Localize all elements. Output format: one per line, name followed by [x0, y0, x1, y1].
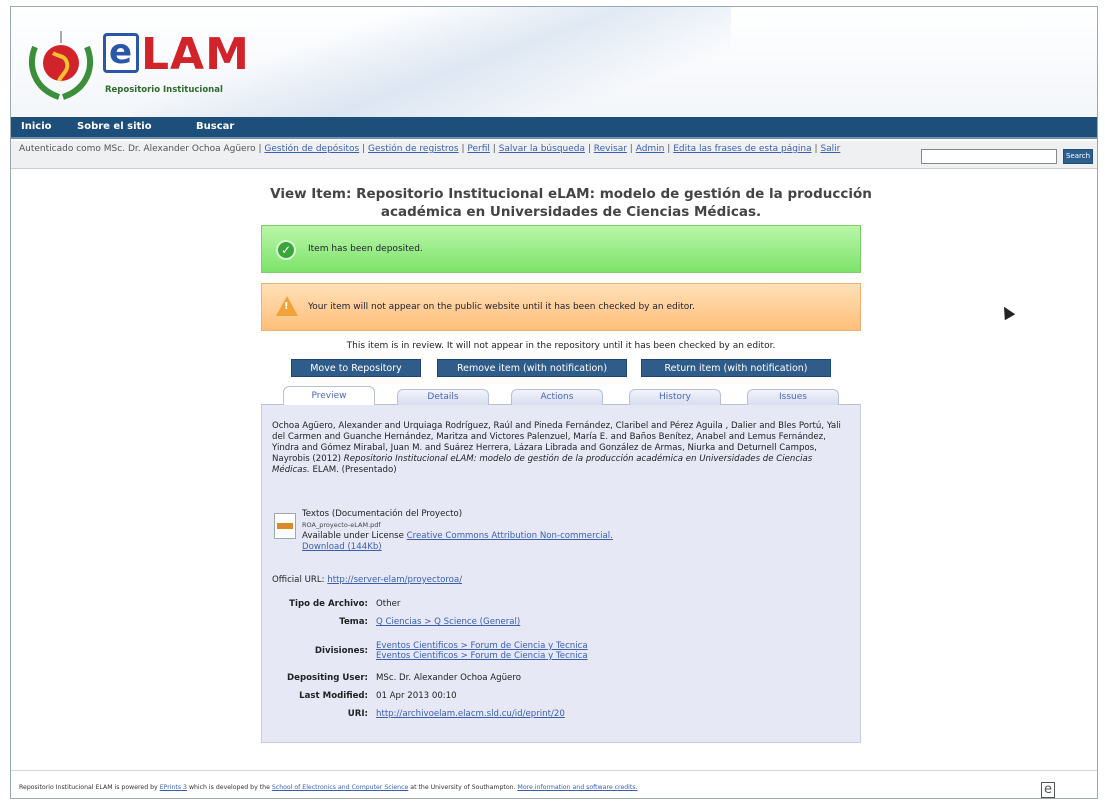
pdf-document-icon[interactable]	[274, 513, 296, 539]
logo-emblem-icon	[29, 31, 93, 100]
eprints-logo[interactable]: eprints	[1041, 779, 1097, 798]
link-gestion-registros[interactable]: Gestión de registros	[368, 144, 459, 154]
search-input[interactable]	[921, 149, 1057, 164]
citation: Ochoa Agüero, Alexander and Urquiaga Rod…	[272, 421, 852, 476]
nav-sobre-el-sitio[interactable]: Sobre el sitio	[77, 121, 152, 132]
link-admin[interactable]: Admin	[636, 144, 665, 154]
page-title: View Item: Repositorio Institucional eLA…	[270, 186, 872, 220]
logged-in-as: Autenticado como MSc. Dr. Alexander Ocho…	[19, 144, 256, 154]
footer-credits: Repositorio Institucional ELAM is powere…	[19, 784, 638, 791]
review-note: This item is in review. It will not appe…	[346, 341, 776, 351]
footer-ecs-link[interactable]: School of Electronics and Computer Scien…	[272, 784, 408, 791]
item-tabs: Preview Details Actions History Issues	[261, 383, 861, 406]
nav-buscar[interactable]: Buscar	[196, 121, 234, 132]
site-header: e LAM Repositorio Institucional	[11, 7, 1097, 117]
search-button[interactable]: Search	[1063, 149, 1093, 164]
citation-tail: ELAM. (Presentado)	[312, 465, 397, 475]
warning-message-text: Your item will not appear on the public …	[308, 302, 695, 312]
footer-more-info-link[interactable]: More information and software credits.	[518, 784, 638, 791]
user-bar: Autenticado como MSc. Dr. Alexander Ocho…	[11, 141, 1097, 169]
nav-inicio[interactable]: Inicio	[21, 121, 52, 132]
uri-link[interactable]: http://archivoelam.elacm.sld.cu/id/eprin…	[376, 709, 846, 720]
division-link-2[interactable]: Eventos Cientificos > Forum de Ciencia y…	[376, 651, 846, 662]
main-nav: Inicio Sobre el sitio Buscar	[11, 117, 1097, 139]
logo-subtitle: Repositorio Institucional	[105, 85, 223, 95]
tab-actions[interactable]: Actions	[511, 389, 603, 405]
move-to-repository-button[interactable]: Move to Repository	[291, 359, 421, 377]
license-link[interactable]: Creative Commons Attribution Non-commerc…	[407, 531, 613, 541]
document-title: Textos (Documentación del Proyecto)	[302, 509, 463, 519]
page-frame: e LAM Repositorio Institucional Inicio So…	[10, 6, 1098, 799]
link-salvar-busqueda[interactable]: Salvar la búsqueda	[499, 144, 585, 154]
success-message: ✓ Item has been deposited.	[261, 225, 861, 273]
document-license: Available under License Creative Commons…	[302, 531, 613, 541]
check-icon: ✓	[276, 240, 296, 260]
logo-wordmark: e LAM	[103, 33, 250, 77]
official-url-link[interactable]: http://server-elam/proyectoroa/	[327, 575, 462, 585]
link-gestion-depositos[interactable]: Gestión de depósitos	[264, 144, 359, 154]
link-salir[interactable]: Salir	[820, 144, 840, 154]
return-item-button[interactable]: Return item (with notification)	[641, 359, 831, 377]
download-link[interactable]: Download (144Kb)	[302, 542, 382, 552]
document-filename: ROA_proyecto-eLAM.pdf	[302, 521, 381, 529]
official-url: Official URL: http://server-elam/proyect…	[272, 575, 463, 585]
success-message-text: Item has been deposited.	[308, 244, 423, 254]
tema-link[interactable]: Q Ciencias > Q Science (General)	[376, 617, 846, 628]
preview-panel: Ochoa Agüero, Alexander and Urquiaga Rod…	[261, 405, 861, 743]
warning-message: ! Your item will not appear on the publi…	[261, 283, 861, 331]
tab-history[interactable]: History	[629, 389, 721, 405]
user-menu: Autenticado como MSc. Dr. Alexander Ocho…	[19, 144, 841, 154]
footer-divider	[11, 770, 1097, 771]
remove-item-button[interactable]: Remove item (with notification)	[437, 359, 627, 377]
footer-eprints-link[interactable]: EPrints 3	[160, 784, 187, 791]
tab-preview[interactable]: Preview	[283, 386, 375, 406]
site-logo[interactable]: e LAM Repositorio Institucional	[19, 21, 259, 107]
link-perfil[interactable]: Perfil	[467, 144, 490, 154]
tab-details[interactable]: Details	[397, 389, 489, 405]
mouse-cursor-icon	[998, 303, 1016, 321]
tab-issues[interactable]: Issues	[747, 389, 839, 405]
link-revisar[interactable]: Revisar	[594, 144, 627, 154]
link-edita-frases[interactable]: Edita las frases de esta página	[673, 144, 811, 154]
document-info: Textos (Documentación del Proyecto) ROA_…	[302, 509, 842, 553]
